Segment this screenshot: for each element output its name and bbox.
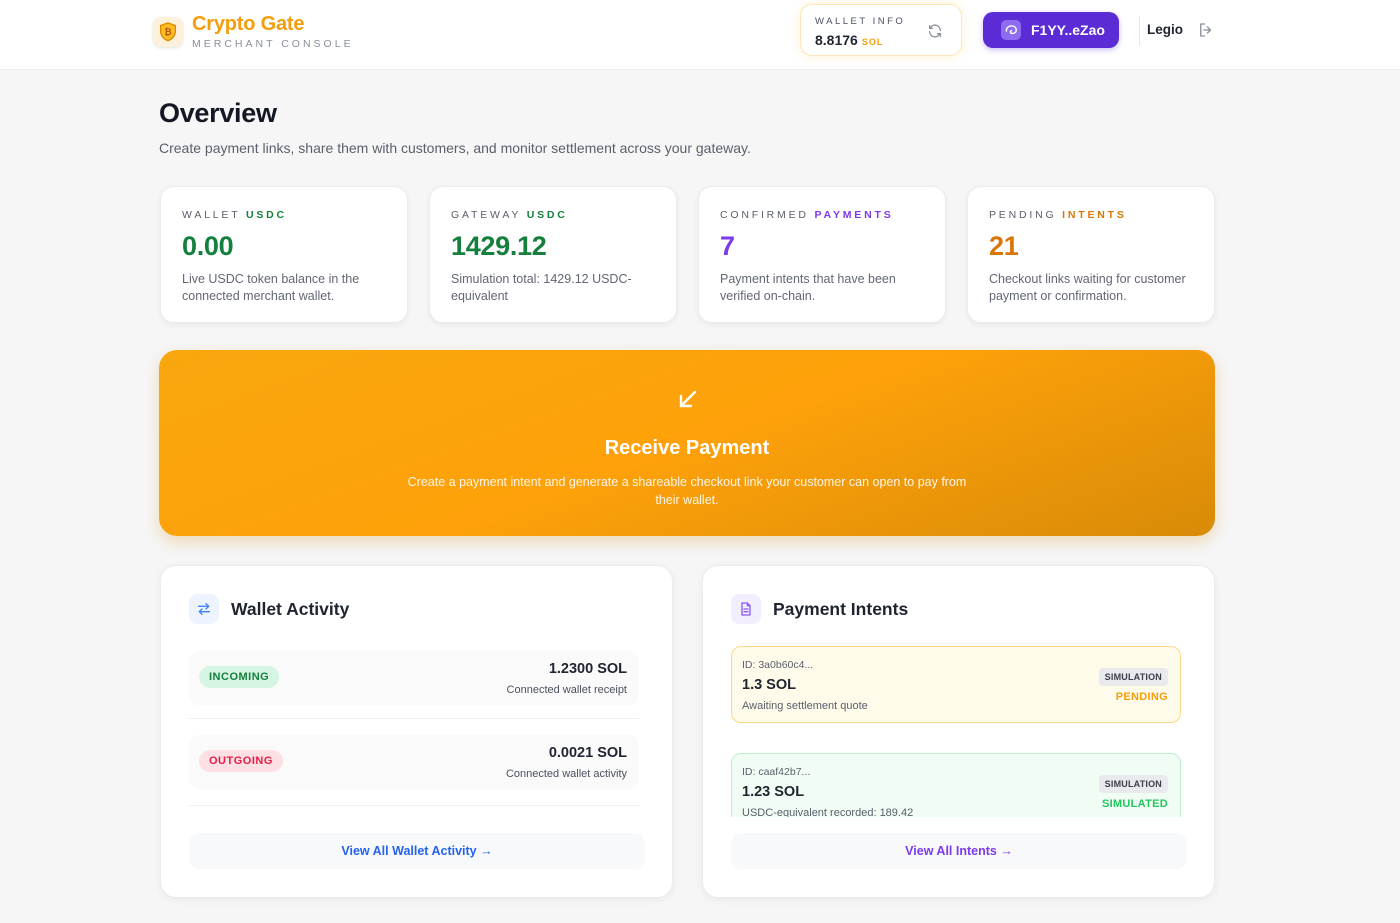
svg-text:₿: ₿ — [164, 27, 172, 38]
wallet-info-balance: 8.8176 SOL — [815, 32, 883, 48]
header-divider — [1139, 16, 1140, 46]
wallet-info-label: WALLET INFO — [815, 16, 906, 27]
stat-description: Simulation total: 1429.12 USDC-equivalen… — [451, 272, 632, 303]
stat-description: Live USDC token balance in the connected… — [182, 272, 360, 303]
simulation-badge: SIMULATION — [1098, 668, 1168, 686]
activity-note: Connected wallet activity — [505, 768, 627, 780]
stat-card-wallet-usdc: WALLET USDC 0.00 Live USDC token balance… — [160, 186, 408, 323]
list-item[interactable]: ID: 3a0b60c4... 1.3 SOL Awaiting settlem… — [731, 646, 1181, 723]
direction-badge: INCOMING — [199, 666, 280, 688]
arrow-down-left-icon — [679, 390, 697, 408]
swap-arrows-icon — [189, 594, 219, 624]
intent-note: Awaiting settlement quote — [742, 700, 868, 712]
stat-value: 7 — [720, 231, 735, 261]
activity-amount: 0.0021 SOL — [548, 745, 627, 761]
activity-note: Connected wallet receipt — [506, 684, 627, 696]
top-header: ₿ Crypto Gate MERCHANT CONSOLE WALLET IN… — [0, 0, 1400, 70]
wallet-balance-unit: SOL — [861, 37, 884, 47]
wallet-info-card: WALLET INFO 8.8176 SOL — [800, 4, 962, 56]
receive-payment-title: Receive Payment — [604, 437, 770, 459]
list-item[interactable]: INCOMING 1.2300 SOL Connected wallet rec… — [189, 651, 639, 705]
brand-subtitle: MERCHANT CONSOLE — [192, 38, 354, 50]
shield-bitcoin-icon: ₿ — [153, 16, 183, 47]
refresh-icon[interactable] — [927, 23, 943, 39]
stat-label: PENDING INTENTS — [989, 209, 1127, 221]
panel-header: Wallet Activity — [189, 594, 349, 624]
status-badge: SIMULATED — [1101, 798, 1168, 810]
wallet-balance-value: 8.8176 — [815, 32, 858, 48]
wallet-activity-title: Wallet Activity — [231, 598, 350, 619]
stat-value: 21 — [989, 231, 1019, 261]
view-all-wallet-activity-link[interactable]: View All Wallet Activity → — [189, 833, 645, 869]
receive-payment-card[interactable]: Receive Payment Create a payment intent … — [159, 350, 1215, 536]
intent-id: ID: caaf42b7... — [742, 766, 811, 778]
intent-amount: 1.3 SOL — [742, 677, 796, 693]
stat-label: WALLET USDC — [182, 209, 287, 221]
panel-header: Payment Intents — [731, 594, 908, 624]
stat-label: CONFIRMED PAYMENTS — [720, 209, 894, 221]
stat-value: 0.00 — [182, 231, 234, 261]
stat-label: GATEWAY USDC — [451, 209, 568, 221]
wallet-activity-panel: Wallet Activity INCOMING 1.2300 SOL Conn… — [160, 565, 673, 898]
page-title: Overview — [159, 98, 277, 128]
intent-id: ID: 3a0b60c4... — [742, 659, 814, 671]
view-all-intents-link[interactable]: View All Intents → — [731, 833, 1187, 869]
simulation-badge: SIMULATION — [1098, 775, 1168, 793]
intent-clip: ID: caaf42b7... 1.23 SOL USDC-equivalent… — [731, 753, 1181, 817]
list-item[interactable]: ID: caaf42b7... 1.23 SOL USDC-equivalent… — [731, 753, 1181, 817]
payment-intents-panel: Payment Intents ID: 3a0b60c4... 1.3 SOL … — [702, 565, 1215, 898]
intent-note: USDC-equivalent recorded: 189.42 — [742, 807, 914, 817]
status-badge: PENDING — [1115, 691, 1168, 703]
activity-amount: 1.2300 SOL — [548, 661, 627, 677]
intent-amount: 1.23 SOL — [742, 784, 805, 800]
divider — [189, 718, 639, 719]
stat-card-confirmed-payments: CONFIRMED PAYMENTS 7 Payment intents tha… — [698, 186, 946, 323]
wallet-connect-button[interactable]: F1YY..eZao — [983, 12, 1119, 48]
brand-name: Crypto Gate — [192, 13, 305, 35]
stat-value: 1429.12 — [451, 231, 547, 261]
page-subtitle: Create payment links, share them with cu… — [159, 140, 751, 156]
logout-icon[interactable] — [1197, 21, 1215, 39]
document-icon — [731, 594, 761, 624]
wallet-address: F1YY..eZao — [1031, 22, 1105, 38]
divider — [189, 805, 639, 806]
brand[interactable]: ₿ Crypto Gate MERCHANT CONSOLE — [153, 13, 354, 50]
user-name[interactable]: Legio — [1147, 22, 1183, 37]
direction-badge: OUTGOING — [199, 750, 283, 772]
wallet-icon — [1001, 20, 1021, 40]
stat-description: Checkout links waiting for customer paym… — [989, 272, 1186, 303]
stat-card-gateway-usdc: GATEWAY USDC 1429.12 Simulation total: 1… — [429, 186, 677, 323]
list-item[interactable]: OUTGOING 0.0021 SOL Connected wallet act… — [189, 735, 639, 789]
stat-description: Payment intents that have been verified … — [720, 272, 896, 303]
stat-card-pending-intents: PENDING INTENTS 21 Checkout links waitin… — [967, 186, 1215, 323]
receive-payment-description: Create a payment intent and generate a s… — [407, 475, 967, 507]
payment-intents-title: Payment Intents — [773, 598, 909, 619]
